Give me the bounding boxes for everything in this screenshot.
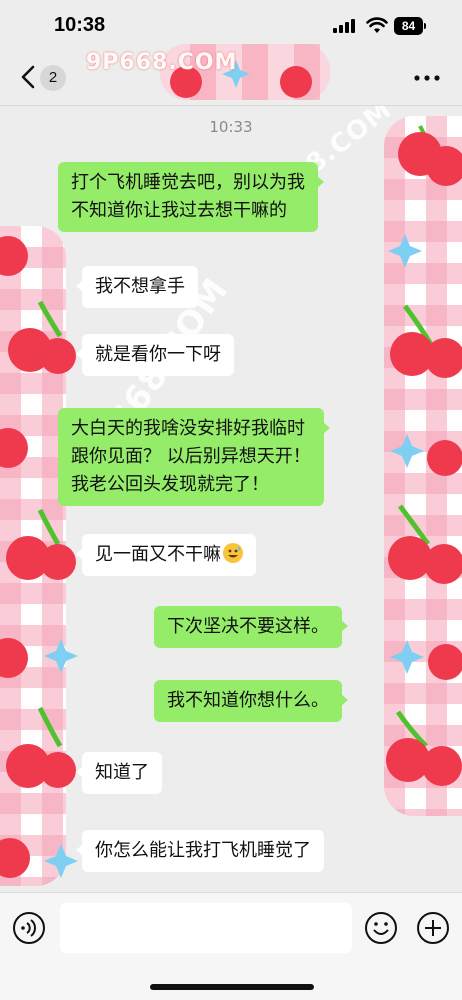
wifi-icon bbox=[366, 17, 388, 33]
cherry-icon bbox=[0, 428, 28, 468]
status-time: 10:38 bbox=[54, 14, 106, 36]
cherry-icon bbox=[0, 838, 30, 878]
sent-message[interactable]: 打个飞机睡觉去吧，别以为我 不知道你让我过去想干嘛的 bbox=[58, 162, 324, 232]
cherry-icon bbox=[6, 508, 76, 580]
cherry-icon bbox=[0, 236, 28, 276]
header-sticker-banner bbox=[150, 30, 350, 110]
chat-message-list[interactable]: 9P668.COM 9P668.COM 10:33 打个飞机睡觉去吧，别以为我 … bbox=[0, 106, 462, 892]
emoji-icon[interactable] bbox=[364, 911, 398, 945]
message-line: 就是看你一下呀 bbox=[95, 344, 221, 365]
message-line: 我老公回头发现就完了！ bbox=[71, 474, 269, 495]
sent-message[interactable]: 下次坚决不要这样。 bbox=[154, 606, 348, 648]
message-line: 你怎么能让我打飞机睡觉了 bbox=[95, 840, 311, 861]
chat-header: 2 9P668.COM bbox=[0, 44, 462, 106]
message-line: 我不知道你想什么。 bbox=[167, 690, 329, 711]
message-line: 打个飞机睡觉去吧，别以为我 bbox=[71, 172, 305, 193]
message-input[interactable] bbox=[60, 903, 352, 953]
message-line: 见一面又不干嘛 bbox=[95, 541, 243, 569]
message-line: 下次坚决不要这样。 bbox=[167, 616, 329, 637]
message-text: 见一面又不干嘛 bbox=[95, 544, 221, 565]
grinning-sweat-emoji-icon bbox=[223, 543, 243, 563]
cherry-icon bbox=[388, 504, 462, 584]
cherry-icon bbox=[386, 710, 462, 786]
plus-icon[interactable] bbox=[416, 911, 450, 945]
received-message[interactable]: 你怎么能让我打飞机睡觉了 bbox=[76, 830, 324, 872]
cherry-icon bbox=[6, 706, 76, 788]
cherry-icon bbox=[8, 300, 76, 374]
received-message[interactable]: 就是看你一下呀 bbox=[76, 334, 234, 376]
sent-message[interactable]: 我不知道你想什么。 bbox=[154, 680, 348, 722]
sent-message[interactable]: 大白天的我啥没安排好我临时 跟你见面？ 以后别异想天开！ 我老公回头发现就完了！ bbox=[58, 408, 330, 506]
message-line: 知道了 bbox=[95, 762, 149, 783]
message-timestamp: 10:33 bbox=[209, 118, 253, 136]
home-indicator[interactable] bbox=[150, 984, 314, 990]
voice-icon[interactable] bbox=[12, 911, 46, 945]
received-message[interactable]: 我不想拿手 bbox=[76, 266, 198, 308]
battery-tip-icon bbox=[424, 23, 426, 29]
message-line: 我不想拿手 bbox=[95, 276, 185, 297]
message-line: 大白天的我啥没安排好我临时 bbox=[71, 418, 305, 439]
received-message[interactable]: 知道了 bbox=[76, 752, 162, 794]
message-line: 跟你见面？ 以后别异想天开！ bbox=[71, 446, 311, 467]
received-message[interactable]: 见一面又不干嘛 bbox=[76, 534, 256, 576]
message-line: 不知道你让我过去想干嘛的 bbox=[71, 200, 287, 221]
unread-count-badge[interactable]: 2 bbox=[40, 65, 66, 91]
battery-level: 84 bbox=[394, 17, 423, 35]
more-options-icon[interactable] bbox=[412, 68, 442, 88]
cherry-icon bbox=[0, 638, 28, 678]
cherry-icon bbox=[390, 304, 462, 378]
